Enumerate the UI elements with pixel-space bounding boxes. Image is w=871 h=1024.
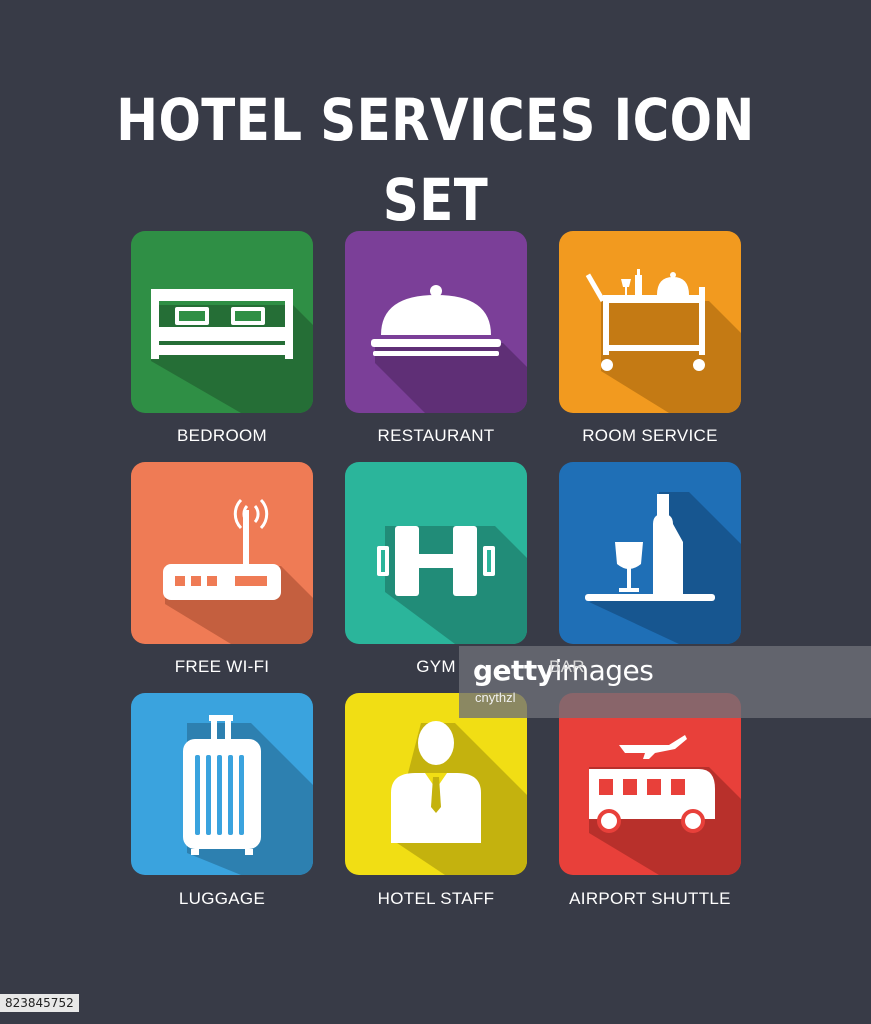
- watermark-banner: gettyimages cnythzl: [459, 646, 871, 718]
- wine-icon: [585, 492, 741, 644]
- image-id: 823845752: [0, 994, 79, 1012]
- bed-icon: [151, 289, 313, 413]
- watermark-credit: cnythzl: [475, 690, 516, 705]
- tile-luggage[interactable]: [131, 693, 313, 875]
- label-free-wifi: FREE WI-FI: [174, 657, 270, 676]
- label-hotel-staff: HOTEL STAFF: [377, 889, 495, 908]
- label-restaurant: RESTAURANT: [377, 426, 495, 445]
- label-room-service: ROOM SERVICE: [582, 426, 718, 445]
- label-bar: BAR: [549, 657, 585, 676]
- service-cart-icon: [585, 269, 741, 413]
- cloche-icon: [371, 285, 527, 413]
- tile-bedroom[interactable]: [131, 231, 313, 413]
- tile-free-wifi[interactable]: [131, 462, 313, 644]
- tile-bar[interactable]: [559, 462, 741, 644]
- dumbbell-icon: [377, 526, 527, 644]
- tile-gym[interactable]: [345, 462, 527, 644]
- suitcase-icon: [183, 715, 313, 875]
- label-bedroom: BEDROOM: [177, 426, 267, 445]
- label-luggage: LUGGAGE: [178, 889, 266, 908]
- shuttle-bus-icon: [589, 735, 741, 875]
- watermark-brand-bold: getty: [473, 654, 555, 687]
- staff-icon: [391, 721, 527, 875]
- tile-hotel-staff[interactable]: [345, 693, 527, 875]
- wifi-router-icon: [163, 498, 313, 644]
- page-title: HOTEL SERVICES ICON SET: [116, 86, 755, 234]
- tile-room-service[interactable]: [559, 231, 741, 413]
- label-airport-shuttle: AIRPORT SHUTTLE: [569, 889, 731, 908]
- tile-restaurant[interactable]: [345, 231, 527, 413]
- tile-airport-shuttle[interactable]: [559, 693, 741, 875]
